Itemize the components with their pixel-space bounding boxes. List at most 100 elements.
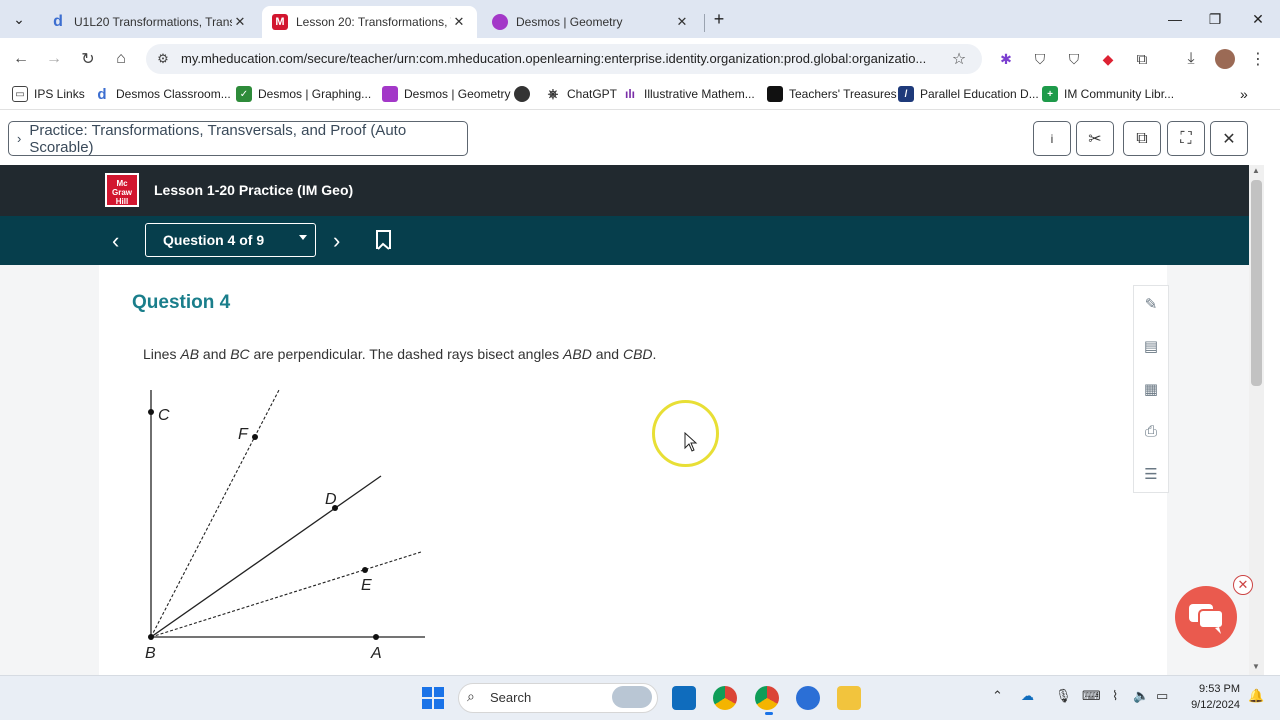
desmos-d-icon: d (53, 13, 63, 30)
ray-bf-dashed (150, 389, 280, 638)
minimize-icon[interactable]: — (1164, 8, 1186, 30)
browser-tab-lesson20[interactable]: M Lesson 20: Transformations, Tra ✕ (262, 6, 477, 38)
wifi-icon[interactable]: ⌇ (1112, 688, 1118, 704)
bookmark-ips-links[interactable]: ▭ IPS Links (12, 86, 85, 102)
scrollbar-thumb[interactable] (1251, 180, 1262, 386)
next-question-chevron-icon[interactable]: › (333, 228, 340, 254)
ray-be-dashed (150, 551, 422, 638)
scroll-down-arrow-icon[interactable]: ▼ (1252, 662, 1260, 671)
profile-avatar[interactable] (1214, 48, 1236, 70)
close-tab-icon[interactable]: ✕ (232, 14, 248, 30)
close-chat-icon[interactable]: ✕ (1233, 575, 1253, 595)
label-b: B (145, 645, 156, 662)
question-heading: Question 4 (132, 292, 231, 313)
restore-icon[interactable]: ❐ (1204, 8, 1226, 30)
scroll-up-arrow-icon[interactable]: ▲ (1252, 166, 1260, 175)
tab-search-chevron-icon[interactable]: ⌄ (8, 8, 30, 30)
fullscreen-icon: ⛶ (1180, 129, 1192, 147)
previous-question-chevron-icon[interactable]: ‹ (112, 228, 119, 254)
bookmark-label: Desmos | Graphing... (258, 87, 372, 101)
label-a: A (370, 645, 382, 662)
browser-tab-u1l20[interactable]: d U1L20 Transformations, Transve ✕ (40, 6, 258, 38)
question-selector-label: Question 4 of 9 (163, 232, 265, 248)
outlook-icon[interactable] (672, 686, 696, 710)
bookmark-label: Illustrative Mathem... (644, 87, 755, 101)
point-a (373, 634, 379, 640)
battery-icon[interactable]: ▭ (1156, 688, 1168, 704)
label-f: F (238, 426, 249, 443)
extensions-puzzle-icon[interactable]: ⧉ (1131, 48, 1153, 70)
bookmark-parallel-education[interactable]: / Parallel Education D... (898, 86, 1039, 102)
tab-title: Lesson 20: Transformations, Tra (296, 15, 451, 29)
menu-kebab-icon[interactable]: ⋮ (1247, 48, 1269, 70)
reference-sheet-icon[interactable]: ☰ (1142, 465, 1160, 483)
close-practice-button[interactable]: ✕ (1210, 121, 1248, 156)
extension-puzzle-purple-icon[interactable]: ✱ (995, 48, 1017, 70)
microphone-icon[interactable]: 🎙 (1055, 688, 1072, 704)
pencil-icon[interactable]: ✎ (1142, 295, 1160, 313)
back-arrow-icon[interactable]: ← (10, 48, 32, 70)
desmos-geometry-icon (492, 14, 508, 30)
clock-time[interactable]: 9:53 PM (1188, 683, 1240, 695)
bookmark-label: IPS Links (34, 87, 85, 101)
tab-title: Desmos | Geometry (516, 15, 623, 29)
ruby-extension-icon[interactable]: ◆ (1097, 48, 1119, 70)
chrome-profile-icon[interactable] (755, 686, 779, 710)
prompt-text: and (591, 346, 623, 362)
info-button[interactable]: i (1033, 121, 1071, 156)
browser-tab-desmos-geometry[interactable]: Desmos | Geometry ✕ (482, 6, 700, 38)
volume-icon[interactable]: 🔈 (1133, 688, 1149, 704)
notification-bell-icon[interactable]: 🔔 (1248, 688, 1264, 704)
bookmark-illustrative-math[interactable]: ılı Illustrative Mathem... (622, 86, 755, 102)
close-tab-icon[interactable]: ✕ (451, 14, 467, 30)
bookmark-desmos-graphing[interactable]: ✓ Desmos | Graphing... (236, 86, 371, 102)
app-circle-icon[interactable] (796, 686, 820, 710)
tray-chevron-up-icon[interactable]: ⌃ (992, 688, 1003, 704)
bookmark-chatgpt[interactable]: ⎈ ChatGPT (545, 86, 617, 102)
external-link-icon: ⧉ (1136, 129, 1148, 147)
more-bookmarks-chevron-icon[interactable]: » (1240, 86, 1248, 102)
question-selector[interactable]: Question 4 of 9 (145, 223, 316, 257)
chrome-icon[interactable] (713, 686, 737, 710)
desmos-d-icon: d (97, 85, 107, 103)
bookmark-teachers-treasures[interactable]: Teachers' Treasures (767, 86, 897, 102)
new-tab-button[interactable]: + (708, 8, 730, 30)
shield-icon[interactable]: ⛉ (1029, 48, 1051, 70)
print-icon[interactable]: ⎙ (1142, 422, 1160, 440)
bookmark-im-community[interactable]: + IM Community Libr... (1042, 86, 1174, 102)
shield-outline-icon[interactable]: ⛉ (1063, 48, 1085, 70)
bookmark-flag-icon[interactable] (376, 230, 391, 250)
bookmark-globe[interactable] (514, 86, 536, 102)
download-icon[interactable]: ⤓ (1180, 48, 1202, 70)
tab-title: U1L20 Transformations, Transve (74, 15, 232, 29)
close-tab-icon[interactable]: ✕ (674, 14, 690, 30)
site-info-icon[interactable]: ⚙ (152, 48, 174, 70)
desmos-graphing-icon: ✓ (236, 86, 252, 102)
close-window-icon[interactable]: ✕ (1247, 8, 1269, 30)
illustrative-math-icon: ılı (624, 87, 635, 101)
keyboard-icon[interactable]: ⌨ (1082, 688, 1101, 704)
bookmark-label: IM Community Libr... (1064, 87, 1175, 101)
tools-scissors-button[interactable]: ✂ (1076, 121, 1114, 156)
prompt-line-ab: AB (180, 346, 200, 362)
bookmark-label: ChatGPT (567, 87, 618, 101)
clock-date[interactable]: 9/12/2024 (1180, 699, 1240, 711)
url-text[interactable]: my.mheducation.com/secure/teacher/urn:co… (181, 51, 941, 66)
fullscreen-button[interactable]: ⛶ (1167, 121, 1205, 156)
file-explorer-icon[interactable] (837, 686, 861, 710)
bookmark-star-icon[interactable]: ☆ (948, 48, 970, 70)
prompt-text: . (652, 346, 657, 362)
calculator-icon[interactable]: ▦ (1142, 380, 1160, 398)
windows-start-icon[interactable] (421, 686, 445, 710)
home-icon[interactable]: ⌂ (110, 48, 132, 70)
reload-icon[interactable]: ↻ (77, 48, 99, 70)
bookmark-desmos-geometry[interactable]: Desmos | Geometry (382, 86, 510, 102)
onedrive-cloud-icon[interactable]: ☁ (1021, 688, 1034, 704)
practice-title-button[interactable]: › Practice: Transformations, Transversal… (8, 121, 468, 156)
notes-icon[interactable]: ▤ (1142, 337, 1160, 355)
chat-support-button[interactable] (1175, 586, 1237, 648)
prompt-angle-cbd: CBD (622, 346, 653, 362)
open-external-button[interactable]: ⧉ (1123, 121, 1161, 156)
bookmark-desmos-classroom[interactable]: d Desmos Classroom... (94, 85, 230, 103)
forward-arrow-icon[interactable]: → (43, 48, 65, 70)
